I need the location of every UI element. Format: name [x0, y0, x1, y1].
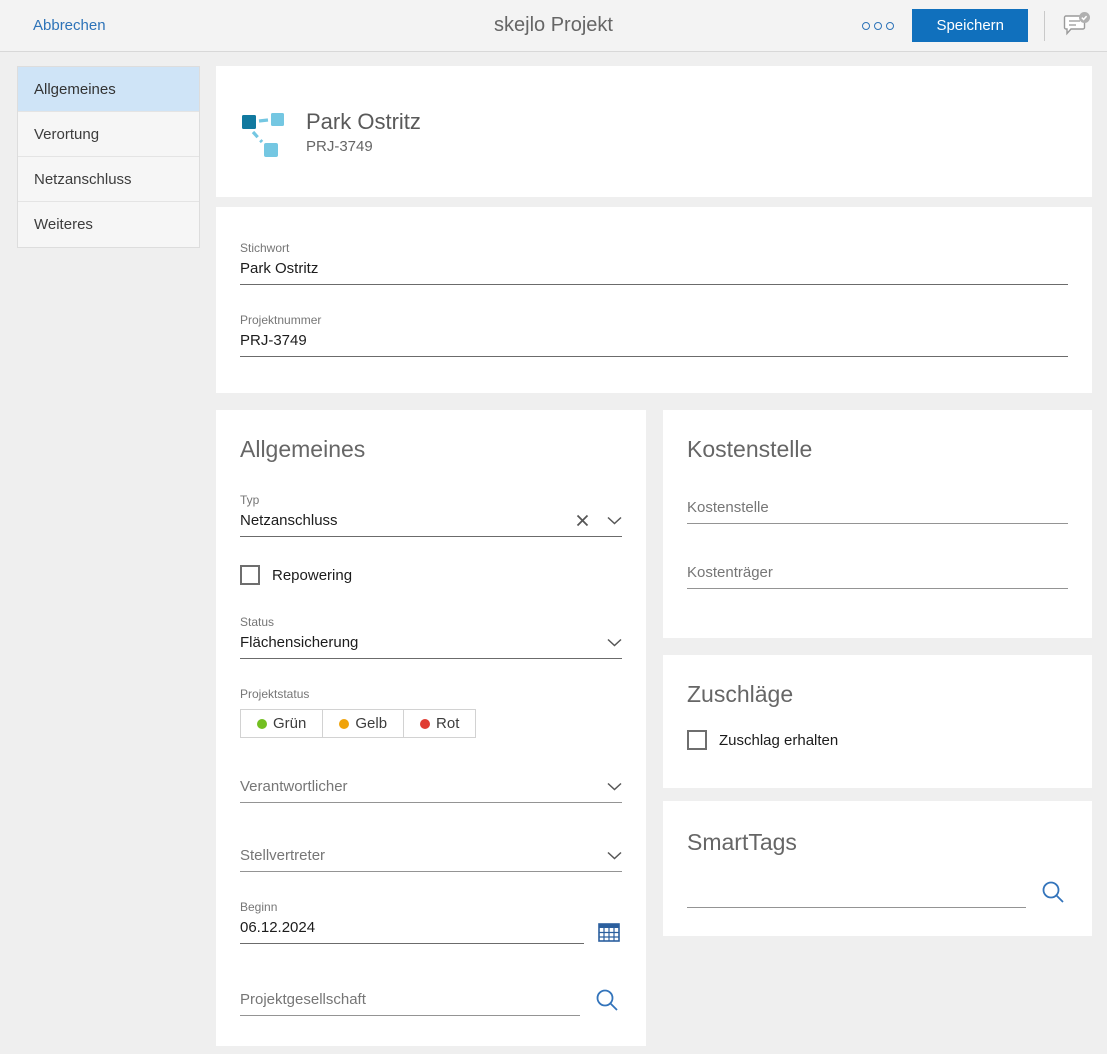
green-dot-icon — [257, 718, 267, 729]
save-button[interactable]: Speichern — [912, 9, 1028, 42]
kostenstelle-heading: Kostenstelle — [687, 436, 813, 462]
search-icon[interactable] — [594, 988, 620, 1014]
clear-icon[interactable] — [576, 514, 589, 527]
more-options-icon[interactable] — [860, 16, 896, 36]
allgemeines-heading: Allgemeines — [240, 436, 366, 462]
typ-input[interactable] — [240, 512, 566, 529]
kostenstelle-card: Kostenstelle — [663, 410, 1092, 638]
stichwort-input[interactable] — [240, 260, 1068, 277]
project-nodes-icon — [240, 106, 288, 158]
stellvertreter-input[interactable] — [240, 847, 597, 864]
stichwort-label: Stichwort — [240, 241, 290, 255]
yellow-dot-icon — [339, 718, 350, 729]
kostenstelle-input[interactable] — [687, 499, 1068, 516]
typ-label: Typ — [240, 493, 260, 507]
chevron-down-icon[interactable] — [607, 638, 622, 647]
smarttags-input[interactable] — [687, 883, 1026, 900]
base-fields-card: Stichwort Projektnummer — [216, 207, 1092, 393]
projektstatus-rot-button[interactable]: Rot — [404, 709, 477, 738]
projektstatus-gelb-button[interactable]: Gelb — [323, 709, 405, 738]
rot-label: Rot — [436, 715, 460, 732]
repowering-label: Repowering — [272, 566, 353, 584]
projektgesellschaft-input[interactable] — [240, 991, 580, 1008]
sidebar-item-verortung[interactable]: Verortung — [18, 112, 199, 157]
projektstatus-label: Projektstatus — [240, 687, 310, 701]
repowering-checkbox[interactable]: Repowering — [240, 565, 622, 585]
gruen-label: Grün — [273, 715, 307, 732]
beginn-input[interactable] — [240, 919, 584, 936]
projektstatus-group: Projektstatus Grün Gelb Rot — [240, 687, 622, 738]
project-title: Park Ostritz — [306, 108, 421, 134]
zuschlag-erhalten-checkbox-box[interactable] — [687, 730, 707, 750]
chevron-down-icon[interactable] — [607, 851, 622, 860]
verantwortlicher-input[interactable] — [240, 778, 597, 795]
projektstatus-gruen-button[interactable]: Grün — [240, 709, 324, 738]
status-label: Status — [240, 615, 275, 629]
comment-check-icon[interactable] — [1061, 10, 1093, 41]
status-input[interactable] — [240, 634, 597, 651]
zuschlag-erhalten-checkbox[interactable]: Zuschlag erhalten — [687, 730, 1068, 750]
allgemeines-card: Allgemeines Typ Repowering Sta — [216, 410, 646, 1046]
zuschlaege-card: Zuschläge Zuschlag erhalten — [663, 655, 1092, 788]
gelb-label: Gelb — [355, 715, 388, 732]
sidebar-item-netzanschluss[interactable]: Netzanschluss — [18, 157, 199, 202]
cancel-button[interactable]: Abbrechen — [33, 17, 106, 34]
chevron-down-icon[interactable] — [607, 516, 622, 525]
zuschlaege-heading: Zuschläge — [687, 681, 794, 707]
sidebar: Allgemeines Verortung Netzanschluss Weit… — [17, 66, 200, 248]
smarttags-heading: SmartTags — [687, 829, 797, 855]
topbar-divider — [1044, 10, 1045, 41]
search-icon[interactable] — [1040, 880, 1066, 906]
projektnummer-input[interactable] — [240, 332, 1068, 349]
main-content: Park Ostritz PRJ-3749 Stichwort Projektn… — [216, 66, 1092, 1046]
project-header-card: Park Ostritz PRJ-3749 — [216, 66, 1092, 197]
project-number: PRJ-3749 — [306, 138, 373, 156]
sidebar-item-allgemeines[interactable]: Allgemeines — [18, 67, 199, 112]
repowering-checkbox-box[interactable] — [240, 565, 260, 585]
kostentraeger-input[interactable] — [687, 564, 1068, 581]
topbar: Abbrechen skejlo Projekt Speichern — [0, 0, 1107, 52]
sidebar-item-weiteres[interactable]: Weiteres — [18, 202, 199, 247]
zuschlag-erhalten-label: Zuschlag erhalten — [719, 731, 839, 749]
projektnummer-label: Projektnummer — [240, 313, 322, 327]
calendar-icon[interactable] — [598, 923, 620, 942]
smarttags-card: SmartTags — [663, 801, 1092, 936]
beginn-label: Beginn — [240, 900, 278, 914]
red-dot-icon — [420, 718, 431, 729]
chevron-down-icon[interactable] — [607, 782, 622, 791]
